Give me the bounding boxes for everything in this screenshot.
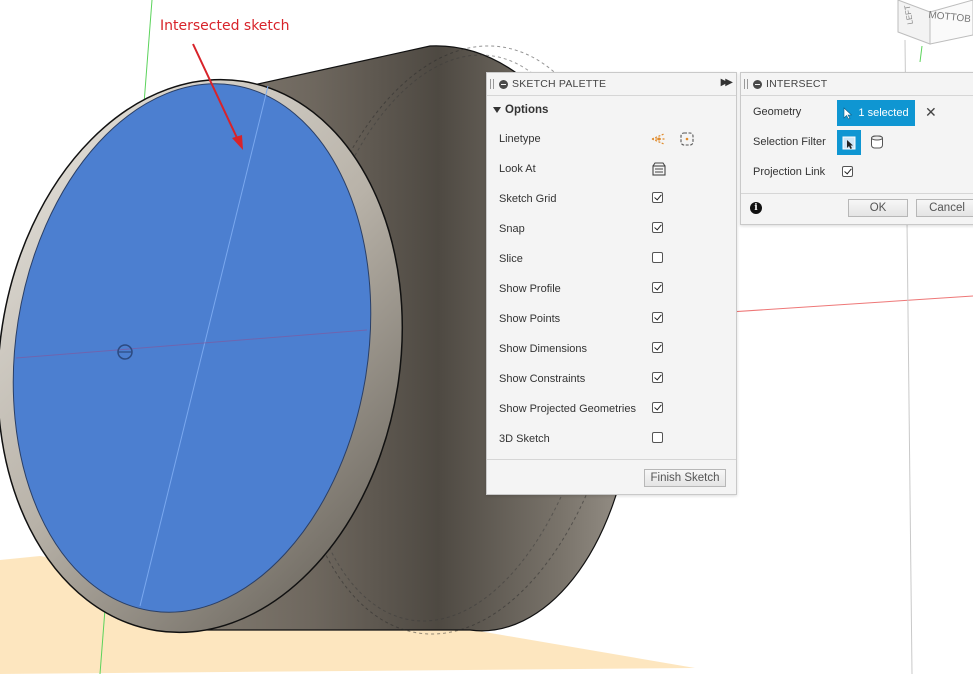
projection-link-label: Projection Link bbox=[753, 166, 826, 178]
look-at-icon[interactable] bbox=[651, 161, 667, 180]
filter-body-edges-button[interactable] bbox=[837, 130, 861, 155]
geometry-label: Geometry bbox=[753, 106, 802, 118]
option-row-snap: Snap bbox=[487, 214, 736, 244]
option-row-slice: Slice bbox=[487, 244, 736, 274]
option-label: Snap bbox=[499, 223, 525, 235]
edge-filter-icon bbox=[842, 136, 856, 149]
sketch-palette-panel: SKETCH PALETTE ▶▶ Options Linetype Look … bbox=[486, 72, 737, 495]
finish-sketch-button[interactable]: Finish Sketch bbox=[644, 469, 726, 487]
intersect-title: INTERSECT bbox=[766, 78, 828, 90]
sketch-palette-header[interactable]: SKETCH PALETTE ▶▶ bbox=[487, 73, 736, 96]
option-label: Show Projected Geometries bbox=[499, 403, 636, 415]
cylinder-body-icon bbox=[871, 135, 883, 149]
sketch-palette-title: SKETCH PALETTE bbox=[512, 78, 607, 90]
centerline-linetype-icon[interactable] bbox=[679, 131, 695, 150]
options-section-label: Options bbox=[505, 104, 549, 116]
option-row-show-projected-geometries: Show Projected Geometries bbox=[487, 394, 736, 424]
annotation-label: Intersected sketch bbox=[160, 18, 290, 34]
option-label: Sketch Grid bbox=[499, 193, 557, 205]
option-label: Show Constraints bbox=[499, 373, 586, 385]
intersect-header[interactable]: INTERSECT bbox=[741, 73, 973, 96]
option-label: Show Dimensions bbox=[499, 343, 588, 355]
selection-filter-label: Selection Filter bbox=[753, 136, 826, 148]
show-points-checkbox[interactable] bbox=[652, 312, 663, 323]
drag-grip-icon[interactable] bbox=[490, 79, 494, 89]
show-constraints-checkbox[interactable] bbox=[652, 372, 663, 383]
option-label: Show Points bbox=[499, 313, 561, 325]
cursor-arrow-icon bbox=[844, 106, 853, 119]
snap-checkbox[interactable] bbox=[652, 222, 663, 233]
expand-double-arrow-icon[interactable]: ▶▶ bbox=[721, 77, 734, 88]
geometry-select-button[interactable]: 1 selected bbox=[837, 100, 915, 126]
info-icon[interactable]: i bbox=[750, 202, 762, 214]
clear-selection-icon[interactable]: ✕ bbox=[925, 104, 937, 121]
collapse-icon[interactable] bbox=[499, 79, 508, 89]
option-row-show-points: Show Points bbox=[487, 304, 736, 334]
drag-grip-icon[interactable] bbox=[744, 79, 748, 89]
option-row-show-profile: Show Profile bbox=[487, 274, 736, 304]
collapse-icon[interactable] bbox=[753, 79, 762, 89]
sketch-grid-checkbox[interactable] bbox=[652, 192, 663, 203]
geometry-selected-count: 1 selected bbox=[858, 107, 909, 119]
filter-body-button[interactable] bbox=[869, 134, 885, 153]
option-label: Linetype bbox=[499, 133, 541, 145]
show-dimensions-checkbox[interactable] bbox=[652, 342, 663, 353]
slice-checkbox[interactable] bbox=[652, 252, 663, 263]
intersect-footer: i OK Cancel bbox=[741, 193, 973, 224]
option-row-show-dimensions: Show Dimensions bbox=[487, 334, 736, 364]
construction-linetype-icon[interactable] bbox=[650, 131, 668, 150]
sketch-palette-footer: Finish Sketch bbox=[487, 459, 736, 494]
show-projected-geometries-checkbox[interactable] bbox=[652, 402, 663, 413]
option-label: Slice bbox=[499, 253, 523, 265]
option-row-look-at: Look At bbox=[487, 154, 736, 184]
option-row-linetype: Linetype bbox=[487, 124, 736, 154]
option-row-3d-sketch: 3D Sketch bbox=[487, 424, 736, 454]
option-row-show-constraints: Show Constraints bbox=[487, 364, 736, 394]
projection-link-checkbox[interactable] bbox=[842, 166, 853, 177]
intersect-dialog: INTERSECT Geometry 1 selected ✕ Selectio… bbox=[740, 72, 973, 225]
option-label: 3D Sketch bbox=[499, 433, 550, 445]
show-profile-checkbox[interactable] bbox=[652, 282, 663, 293]
triangle-down-icon bbox=[493, 107, 501, 113]
3d-sketch-checkbox[interactable] bbox=[652, 432, 663, 443]
cancel-button[interactable]: Cancel bbox=[916, 199, 973, 217]
view-cube[interactable]: LEFT MOTTOB bbox=[897, 0, 973, 63]
ok-button[interactable]: OK bbox=[848, 199, 908, 217]
option-row-sketch-grid: Sketch Grid bbox=[487, 184, 736, 214]
option-label: Look At bbox=[499, 163, 536, 175]
options-section-toggle[interactable]: Options bbox=[487, 96, 736, 124]
option-label: Show Profile bbox=[499, 283, 561, 295]
